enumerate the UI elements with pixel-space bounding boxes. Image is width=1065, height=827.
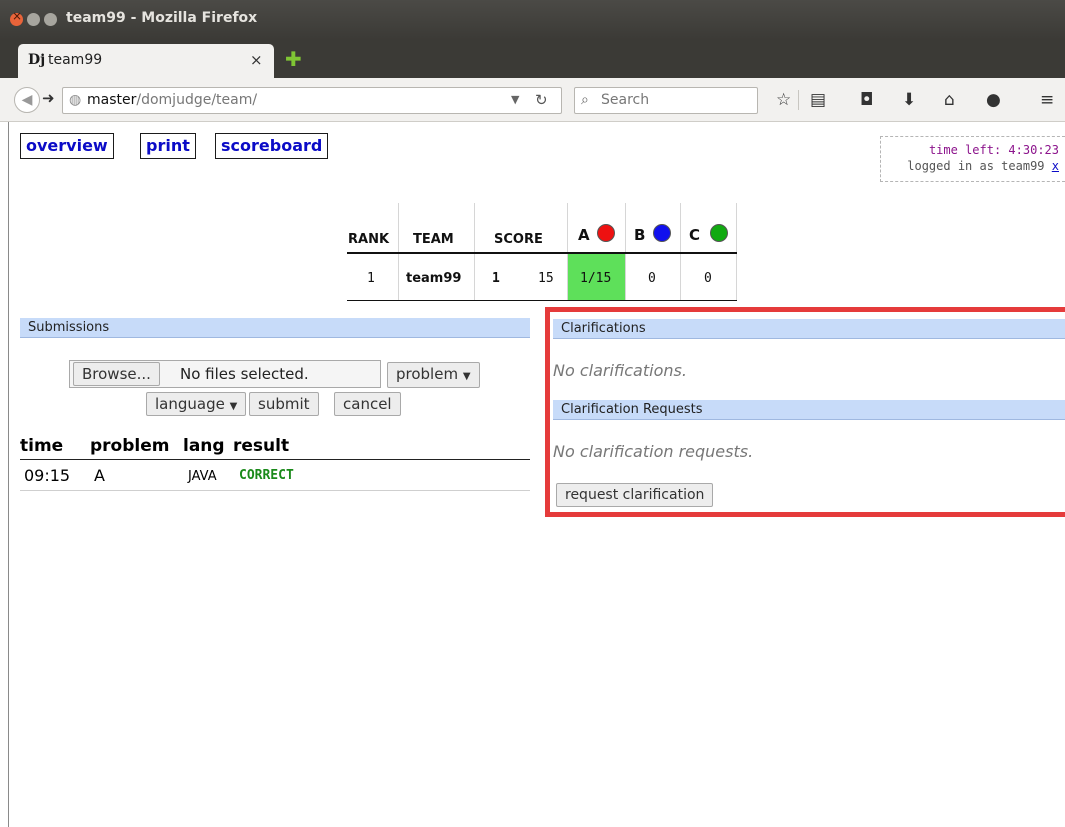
tab-title: team99 (48, 52, 103, 68)
window-left-border (0, 122, 9, 827)
time-left: time left: 4:30:23 (928, 143, 1059, 157)
tab-team99[interactable]: Dj team99 × (18, 44, 274, 78)
nav-overview-link[interactable]: overview (20, 133, 114, 159)
language-select[interactable]: language ▼ (146, 392, 247, 416)
submissions-header: Submissions (20, 318, 530, 338)
search-bar[interactable]: ⌕ Search (574, 87, 758, 114)
chevron-down-icon: ▼ (229, 401, 238, 412)
table-header-rule (20, 459, 530, 460)
file-status: No files selected. (180, 365, 309, 383)
globe-icon: ◍ (69, 92, 82, 108)
row-lang: JAVA (188, 469, 217, 484)
sb-rank: 1 (367, 271, 375, 286)
row-time: 09:15 (24, 466, 71, 485)
nav-scoreboard-link[interactable]: scoreboard (215, 133, 329, 159)
reading-list-icon[interactable]: ▤ (810, 90, 826, 110)
col-result: result (233, 436, 290, 456)
highlight-annotation-box (545, 307, 1065, 517)
col-problem: problem (90, 436, 170, 456)
sb-team[interactable]: team99 (406, 271, 461, 286)
toolbar-divider (798, 90, 799, 110)
sb-header-score: SCORE (494, 232, 543, 247)
chat-icon[interactable]: ● (986, 90, 1001, 110)
search-input[interactable]: Search (601, 92, 649, 108)
clock-box: time left: 4:30:23 logged in as team99 x (880, 136, 1065, 182)
sb-penalty: 15 (538, 271, 554, 286)
sb-problem-b-label[interactable]: B (634, 226, 645, 244)
row-result: CORRECT (239, 468, 294, 483)
sb-solved: 1 (492, 271, 500, 286)
logged-in-status: logged in as team99 x (907, 159, 1059, 173)
sb-problem-a-label[interactable]: A (578, 226, 590, 244)
chevron-down-icon: ▼ (462, 371, 471, 382)
problem-select-value: problem (396, 365, 459, 383)
url-bar[interactable]: ◍ master/domjudge/team/ ▼ ↻ (62, 87, 562, 114)
col-lang: lang (183, 436, 225, 456)
window-minimize-button[interactable] (27, 13, 40, 26)
download-icon[interactable]: ⬇ (902, 90, 916, 110)
balloon-c-icon (710, 224, 728, 242)
sb-cell-a: 1/15 (580, 271, 612, 286)
file-input[interactable]: Browse... No files selected. (69, 360, 381, 388)
table-row[interactable]: 09:15 A JAVA CORRECT (20, 461, 530, 491)
sb-cell-b: 0 (648, 271, 656, 286)
search-icon: ⌕ (581, 92, 589, 108)
back-arrow-icon: ◀ (21, 92, 33, 108)
nav-print-link[interactable]: print (140, 133, 196, 159)
new-tab-icon[interactable]: ✚ (285, 49, 302, 69)
url-dropdown-icon[interactable]: ▼ (511, 93, 519, 106)
browse-button[interactable]: Browse... (73, 362, 160, 386)
home-icon[interactable]: ⌂ (944, 90, 955, 110)
submit-button[interactable]: submit (249, 392, 319, 416)
tab-bar: Dj team99 × ✚ (0, 40, 1065, 78)
navigation-toolbar: ◀ ➜ ◍ master/domjudge/team/ ▼ ↻ ⌕ Search… (0, 78, 1065, 122)
balloon-a-icon (597, 224, 615, 242)
pocket-icon[interactable]: ◘ (860, 90, 873, 110)
logout-link[interactable]: x (1052, 159, 1059, 173)
sb-header-rule (347, 252, 737, 254)
sb-header-rank: RANK (348, 232, 390, 247)
window-title: team99 - Mozilla Firefox (66, 10, 258, 26)
back-button[interactable]: ◀ (14, 87, 40, 113)
forward-arrow-icon[interactable]: ➜ (42, 89, 55, 107)
window-close-button[interactable] (10, 9, 23, 26)
url-text[interactable]: master/domjudge/team/ (87, 92, 257, 108)
col-time: time (20, 436, 64, 456)
tab-close-icon[interactable]: × (250, 51, 263, 69)
sb-bottom-rule (347, 300, 737, 301)
cancel-button[interactable]: cancel (334, 392, 401, 416)
url-path: /domjudge/team/ (136, 92, 258, 108)
sb-problem-c-label[interactable]: C (689, 226, 700, 244)
bookmark-star-icon[interactable]: ☆ (776, 90, 791, 110)
sb-header-team: TEAM (413, 232, 454, 247)
balloon-b-icon (653, 224, 671, 242)
problem-select[interactable]: problem ▼ (387, 362, 480, 388)
row-problem: A (94, 466, 105, 485)
url-host: master (87, 92, 137, 108)
menu-icon[interactable]: ≡ (1040, 90, 1054, 110)
window-titlebar: team99 - Mozilla Firefox (0, 0, 1065, 40)
language-select-value: language (155, 395, 225, 413)
sb-cell-c: 0 (704, 271, 712, 286)
domjudge-favicon-icon: Dj (28, 52, 46, 68)
logged-in-text: logged in as team99 (907, 159, 1045, 173)
window-maximize-button[interactable] (44, 13, 57, 26)
reload-icon[interactable]: ↻ (535, 91, 548, 109)
